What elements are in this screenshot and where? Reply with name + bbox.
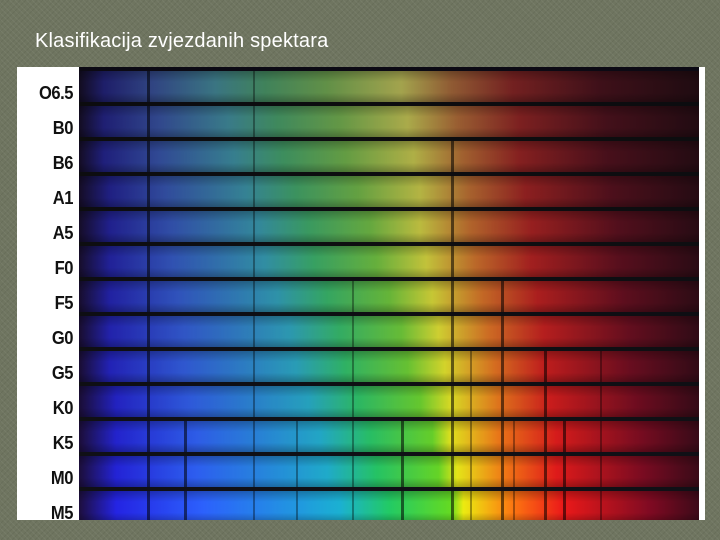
- spectrum-strip: [79, 211, 699, 246]
- spectrum-strip: [79, 386, 699, 421]
- spectral-class-label: G5: [51, 363, 74, 383]
- spectral-class-label: B0: [52, 118, 74, 138]
- spectrum-strip: [79, 316, 699, 351]
- spectrum-strip: [79, 246, 699, 281]
- spectrum-strip: [79, 491, 699, 520]
- spectrum-strip: [79, 71, 699, 106]
- spectrum-strip: [79, 176, 699, 211]
- slide-title: Klasifikacija zvjezdanih spektara: [35, 30, 329, 52]
- spectral-class-label: O6.5: [38, 83, 74, 103]
- spectral-class-label: A1: [52, 188, 74, 208]
- spectral-class-label: A5: [52, 223, 74, 243]
- spectrum-strip: [79, 421, 699, 456]
- spectrum-strip: [79, 106, 699, 141]
- spectrum-strip: [79, 456, 699, 491]
- spectrum-strips: [79, 67, 699, 520]
- spectrum-strip: [79, 141, 699, 176]
- spectral-class-label: K5: [52, 433, 74, 453]
- spectral-class-label: B6: [52, 153, 74, 173]
- spectral-class-label: G0: [51, 328, 74, 348]
- spectral-class-label: F5: [54, 293, 74, 313]
- spectral-class-label: K0: [52, 398, 74, 418]
- spectrum-strip: [79, 281, 699, 316]
- spectral-class-label: M5: [50, 503, 74, 520]
- stellar-spectra-figure: O6.5 B0 B6 A1 A5 F0 F5 G0 G5 K0 K5 M0 M5: [17, 67, 705, 520]
- spectral-class-labels: O6.5 B0 B6 A1 A5 F0 F5 G0 G5 K0 K5 M0 M5: [17, 67, 79, 520]
- spectral-class-label: M0: [50, 468, 74, 488]
- spectrum-strip: [79, 351, 699, 386]
- spectral-class-label: F0: [54, 258, 74, 278]
